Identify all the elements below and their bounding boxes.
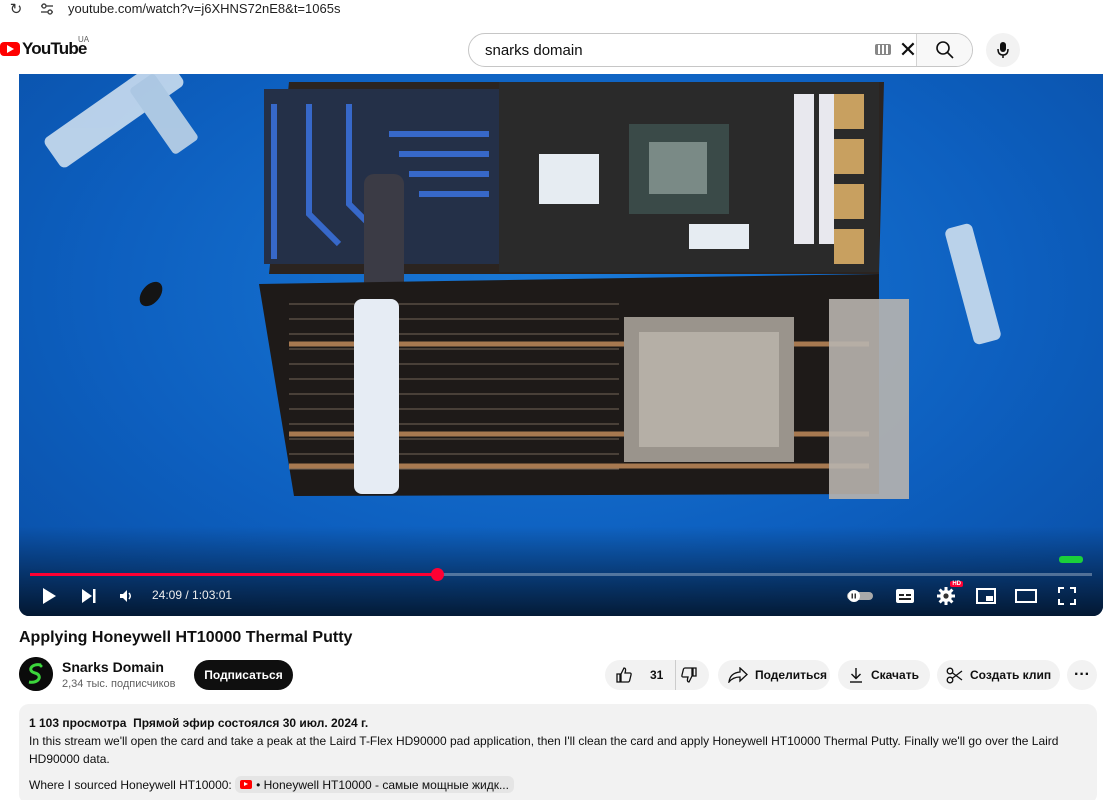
hd-badge: HD	[950, 581, 963, 587]
dislike-button[interactable]	[676, 660, 709, 690]
channel-name[interactable]: Snarks Domain	[62, 659, 164, 675]
gear-icon	[937, 587, 955, 605]
autoplay-toggle-icon	[847, 590, 873, 602]
keyboard-icon[interactable]	[875, 44, 891, 55]
download-button[interactable]: Скачать	[838, 660, 930, 690]
search-input[interactable]	[469, 34, 869, 66]
youtube-mini-icon	[240, 780, 253, 789]
subtitles-icon	[896, 589, 914, 603]
like-button[interactable]: 31	[605, 660, 677, 690]
subscribe-button[interactable]: Подписаться	[194, 660, 293, 690]
download-label: Скачать	[871, 668, 919, 682]
mic-icon	[997, 42, 1009, 58]
miniplayer-icon	[976, 588, 996, 604]
subtitles-button[interactable]	[893, 584, 917, 608]
more-icon: ···	[1074, 666, 1090, 683]
thumb-down-icon	[681, 667, 697, 683]
scissors-icon	[946, 667, 963, 683]
voice-search-button[interactable]	[986, 33, 1020, 67]
share-icon	[728, 667, 748, 683]
tune-icon[interactable]	[36, 0, 58, 18]
play-icon	[43, 588, 56, 604]
settings-button[interactable]: HD	[933, 581, 963, 608]
progress-scrubber[interactable]	[430, 568, 444, 581]
source-link-text: • Honeywell HT10000 - самые мощные жидк.…	[256, 777, 509, 792]
description-box[interactable]: 1 103 просмотра Прямой эфир состоялся 30…	[19, 704, 1097, 800]
url-text[interactable]: youtube.com/watch?v=j6XHNS72nE8&t=1065s	[68, 1, 340, 16]
thumb-up-icon	[616, 667, 632, 683]
source-link-chip[interactable]: • Honeywell HT10000 - самые мощные жидк.…	[235, 776, 514, 793]
browser-address-bar: ↻ youtube.com/watch?v=j6XHNS72nE8&t=1065…	[0, 0, 1103, 22]
volume-icon	[120, 590, 131, 602]
video-player[interactable]: 24:09 / 1:03:01 HD	[19, 74, 1103, 616]
video-title: Applying Honeywell HT10000 Thermal Putty	[19, 629, 353, 646]
theater-mode-button[interactable]	[1014, 584, 1038, 608]
next-icon	[82, 589, 96, 603]
live-indicator	[1059, 556, 1083, 563]
fullscreen-button[interactable]	[1055, 584, 1079, 608]
create-clip-label: Создать клип	[970, 668, 1052, 682]
play-button[interactable]	[37, 584, 61, 608]
youtube-logo[interactable]: YouTube UA	[0, 35, 89, 59]
masthead: YouTube UA ✕	[0, 22, 1103, 74]
search-icon	[935, 41, 954, 59]
search-button[interactable]	[916, 34, 972, 66]
time-display: 24:09 / 1:03:01	[152, 588, 233, 602]
description-meta: 1 103 просмотра Прямой эфир состоялся 30…	[29, 714, 1087, 732]
like-count: 31	[650, 668, 664, 682]
more-actions-button[interactable]: ···	[1067, 660, 1097, 690]
download-icon	[850, 668, 862, 683]
description-source-line: Where I sourced Honeywell HT10000: • Hon…	[29, 776, 1087, 794]
next-button[interactable]	[77, 584, 101, 608]
share-label: Поделиться	[755, 668, 828, 682]
miniplayer-button[interactable]	[974, 584, 998, 608]
volume-button[interactable]	[115, 584, 137, 608]
subscriber-count: 2,34 тыс. подписчиков	[62, 678, 176, 690]
create-clip-button[interactable]: Создать клип	[937, 660, 1060, 690]
view-count: 1 103 просмотра	[29, 716, 127, 730]
reload-icon[interactable]: ↻	[7, 0, 25, 18]
youtube-play-icon	[0, 42, 20, 56]
live-date: Прямой эфир состоялся 30 июл. 2024 г.	[133, 716, 369, 730]
progress-bar[interactable]	[30, 568, 1092, 581]
progress-played	[30, 573, 437, 576]
description-text: In this stream we'll open the card and t…	[29, 734, 1059, 766]
avatar[interactable]	[19, 657, 53, 691]
share-button[interactable]: Поделиться	[718, 660, 830, 690]
search-box: ✕	[468, 33, 973, 67]
source-prefix: Where I sourced Honeywell HT10000:	[29, 778, 232, 792]
autoplay-toggle[interactable]	[845, 584, 875, 608]
logo-text: YouTube	[22, 39, 87, 58]
region-code: UA	[78, 35, 90, 44]
theater-icon	[1015, 589, 1037, 603]
like-dislike-group: 31	[605, 660, 709, 690]
fullscreen-icon	[1058, 587, 1076, 605]
